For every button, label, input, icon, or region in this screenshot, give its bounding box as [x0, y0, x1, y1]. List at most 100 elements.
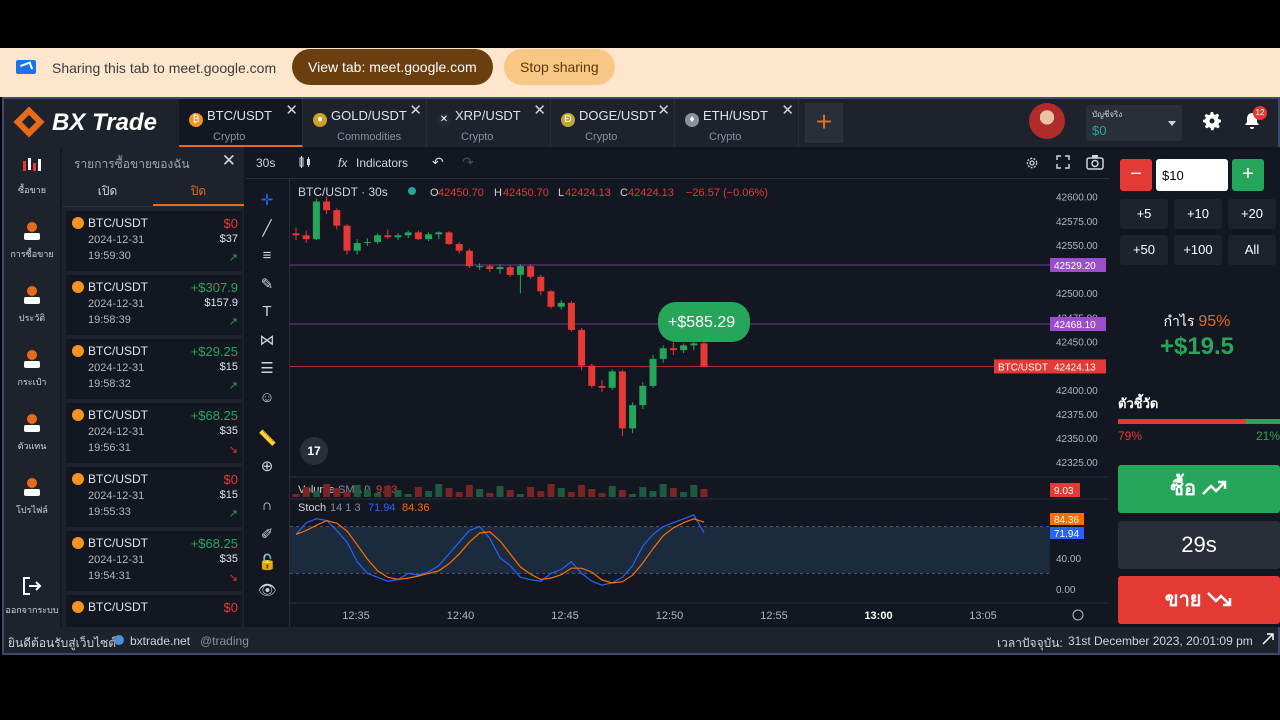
quick-amount-button[interactable]: +5 — [1120, 199, 1168, 229]
tab-doge[interactable]: Ð DOGE/USDT Crypto ✕ — [551, 99, 675, 147]
stoch-band — [290, 526, 1050, 574]
profit-rate: กำไร 95% — [1112, 311, 1280, 333]
nav-item-profile[interactable]: โปรไฟล์ — [4, 475, 60, 517]
order-item[interactable]: BTC/USDT $0 2024-12-31 19:59:30 $37 ↗ — [66, 211, 242, 271]
candle-body — [659, 348, 667, 359]
site-link[interactable]: bxtrade.net — [130, 634, 190, 648]
price-chart[interactable]: BTC/USDT · 30s O 42450.70 H 42450.70 L 42424.1… — [290, 179, 1108, 627]
profit-label: กำไร — [1163, 313, 1195, 329]
crosshair-icon[interactable]: ✛ — [258, 191, 276, 209]
fullscreen-icon[interactable] — [1056, 155, 1070, 169]
trend-line-icon[interactable]: ╱ — [258, 219, 276, 237]
order-item[interactable]: BTC/USDT +$68.25 2024-12-31 19:56:31 $35 ↘ — [66, 403, 242, 463]
order-item[interactable]: BTC/USDT $0 — [66, 595, 242, 627]
tab-gold[interactable]: ● GOLD/USDT Commodities ✕ — [303, 99, 427, 147]
tab-label: BTC/USDT — [207, 108, 272, 123]
avatar[interactable] — [1029, 103, 1065, 139]
undo-icon[interactable]: ↶ — [432, 154, 444, 171]
nav-item-wallet[interactable]: กระเป๋า — [4, 347, 60, 389]
price-tick-label: 42375.00 — [1056, 410, 1098, 421]
nav-label: ประวัติ — [18, 313, 46, 323]
ruler-icon[interactable]: 📏 — [258, 429, 277, 447]
indicators-button[interactable]: Indicators — [356, 156, 408, 170]
tab-xrp[interactable]: ✕ XRP/USDT Crypto ✕ — [427, 99, 551, 147]
expand-icon[interactable] — [1262, 633, 1274, 645]
text-tool-icon[interactable]: T — [258, 303, 276, 321]
candle-type-icon[interactable] — [298, 155, 312, 169]
logo[interactable]: BX Trade — [14, 107, 157, 139]
emoji-icon[interactable]: ☺ — [258, 389, 276, 407]
order-item[interactable]: BTC/USDT $0 2024-12-31 19:55:33 $15 ↗ — [66, 467, 242, 527]
candle-body — [353, 243, 361, 251]
close-icon[interactable]: ✕ — [285, 101, 298, 119]
gear-icon[interactable] — [1200, 109, 1224, 133]
brush-icon[interactable]: ✎ — [258, 275, 276, 293]
price-tick-label: 42400.00 — [1056, 386, 1098, 397]
zoom-in-icon[interactable]: ⊕ — [258, 457, 276, 475]
tab-eth[interactable]: ♦ ETH/USDT Crypto ✕ — [675, 99, 799, 147]
chart-settings-icon[interactable] — [1024, 155, 1040, 171]
pattern-icon[interactable]: ⋈ — [258, 331, 276, 349]
add-tab-button[interactable]: + — [805, 103, 843, 143]
volume-bar — [353, 485, 361, 497]
interval-selector[interactable]: 30s — [256, 156, 275, 170]
tab-btc[interactable]: ₿ BTC/USDT Crypto ✕ — [179, 99, 303, 147]
candle-body — [394, 235, 402, 238]
nav-item-agent[interactable]: ตัวแทน — [4, 411, 60, 453]
pencil-lock-icon[interactable]: ✐ — [258, 525, 276, 543]
notification-badge: 12 — [1253, 106, 1267, 120]
candle-body — [323, 201, 331, 211]
tab-label: DOGE/USDT — [579, 108, 657, 123]
volume-bar — [394, 490, 402, 497]
fib-icon[interactable]: ☰ — [258, 359, 276, 377]
close-icon[interactable]: ✕ — [222, 151, 236, 171]
quick-amount-button[interactable]: +50 — [1120, 235, 1168, 265]
candle-body — [547, 291, 555, 307]
bitcoin-icon — [72, 537, 84, 549]
sell-button[interactable]: ขาย — [1118, 576, 1280, 624]
close-icon[interactable]: ✕ — [533, 101, 546, 119]
buy-label: ซื้อ — [1170, 478, 1197, 500]
order-time: 19:58:39 — [88, 314, 131, 326]
nav-item-orders[interactable]: การซื้อขาย — [4, 219, 60, 261]
close-icon[interactable]: ✕ — [781, 101, 794, 119]
buy-button[interactable]: ซื้อ — [1118, 465, 1280, 513]
candle-body — [588, 365, 596, 386]
ohlc-o: 42450.70 — [438, 187, 484, 199]
lock-icon[interactable]: 🔓 — [258, 553, 277, 571]
order-item[interactable]: BTC/USDT +$68.25 2024-12-31 19:54:31 $35 ↘ — [66, 531, 242, 591]
tradingview-logo-icon[interactable]: 17 — [300, 437, 328, 465]
account-selector[interactable]: บัญชีจริง $0 — [1086, 105, 1182, 141]
bitcoin-icon — [72, 601, 84, 613]
nav-item-logout[interactable]: ออกจากระบบ — [4, 575, 60, 617]
order-item[interactable]: BTC/USDT +$307.9 2024-12-31 19:58:39 $157.9 ↗ — [66, 275, 242, 335]
axis-settings-icon[interactable] — [1072, 609, 1084, 621]
eye-icon[interactable]: 👁 — [258, 581, 277, 599]
magnet-icon[interactable]: ∩ — [258, 497, 276, 515]
bitcoin-icon — [72, 473, 84, 485]
volume-bar — [618, 490, 626, 497]
nav-item-trade[interactable]: ซื้อขาย — [4, 155, 60, 197]
quick-amount-button[interactable]: All — [1228, 235, 1276, 265]
view-tab-button[interactable]: View tab: meet.google.com — [292, 49, 493, 85]
indicators-fx-icon[interactable]: fx — [338, 156, 347, 170]
close-icon[interactable]: ✕ — [657, 101, 670, 119]
horizontal-lines-icon[interactable]: ≡ — [258, 247, 276, 265]
order-amount: $35 — [219, 425, 238, 437]
quick-amount-button[interactable]: +100 — [1174, 235, 1222, 265]
order-item[interactable]: BTC/USDT +$29.25 2024-12-31 19:58:32 $15 ↗ — [66, 339, 242, 399]
stop-sharing-button[interactable]: Stop sharing — [504, 49, 615, 85]
quick-amount-button[interactable]: +10 — [1174, 199, 1222, 229]
camera-icon[interactable] — [1086, 154, 1104, 170]
close-icon[interactable]: ✕ — [409, 101, 422, 119]
quick-amount-button[interactable]: +20 — [1228, 199, 1276, 229]
tab-category: Crypto — [213, 131, 246, 143]
tab-closed[interactable]: ปิด — [153, 177, 244, 206]
increase-amount-button[interactable]: + — [1232, 159, 1264, 191]
decrease-amount-button[interactable]: − — [1120, 159, 1152, 191]
nav-item-history[interactable]: ประวัติ — [4, 283, 60, 325]
coin-icon: ₿ — [189, 113, 203, 127]
amount-input[interactable] — [1156, 159, 1228, 191]
redo-icon[interactable]: ↷ — [462, 154, 474, 171]
tab-open[interactable]: เปิด — [62, 177, 153, 206]
